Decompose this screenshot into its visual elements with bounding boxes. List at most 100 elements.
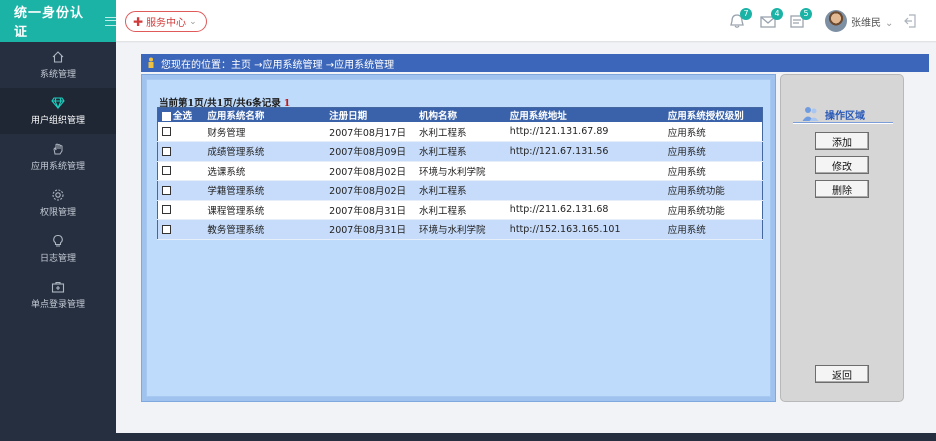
bell-icon[interactable]: 7 (728, 8, 752, 29)
operations-title: 操作区域 (801, 105, 865, 123)
plus-icon: ✚ (133, 14, 144, 29)
sidebar-item-label: 权限管理 (39, 208, 76, 218)
person-pin-icon (148, 57, 154, 68)
sidebar-item-label: 用户组织管理 (30, 116, 85, 126)
table-row[interactable]: 财务管理 2007年08月17日 水利工程系 http://121.131.67… (157, 122, 763, 142)
column-header-date: 注册日期 (327, 107, 417, 122)
row-select-cell (157, 161, 206, 181)
sidebar-item-log[interactable]: 日志管理 (0, 226, 116, 272)
org-name-cell: 水利工程系 (417, 141, 508, 162)
column-header-url: 应用系统地址 (507, 107, 666, 122)
avatar[interactable] (825, 10, 847, 32)
app-name-cell: 课程管理系统 (205, 200, 328, 220)
sidebar-item-label: 应用系统管理 (30, 162, 85, 172)
operations-panel: 操作区域 添加 修改 删除 返回 (780, 74, 904, 402)
row-checkbox[interactable] (162, 224, 171, 234)
row-checkbox[interactable] (162, 185, 171, 195)
org-name-cell: 环境与水利学院 (417, 161, 508, 181)
app-url-cell: http://211.62.131.68 (507, 200, 666, 220)
service-center-label: 服务中心 (146, 18, 187, 29)
row-checkbox[interactable] (162, 127, 171, 136)
divider (793, 122, 893, 124)
operations-title-text: 操作区域 (825, 110, 865, 122)
top-bar: ✚ 服务中心 ⌄ 7 4 5 张维民 ⌄ (116, 0, 936, 42)
select-all-checkbox[interactable] (162, 112, 171, 121)
sidebar-item-sso[interactable]: 单点登录管理 (0, 272, 116, 318)
auth-level-cell: 应用系统 (665, 219, 763, 240)
mail-badge: 4 (771, 8, 783, 20)
hand-icon (53, 143, 63, 155)
sidebar-item-user-org[interactable]: 用户组织管理 (0, 88, 116, 134)
app-system-grid: 当前第1页/共1页/共6条记录 1 全选 应用系统名称 注册日期 机构名称 应用系… (157, 95, 763, 240)
auth-level-cell: 应用系统 (665, 122, 763, 142)
table-header-row: 全选 应用系统名称 注册日期 机构名称 应用系统地址 应用系统授权级别 (157, 107, 763, 122)
app-system-table: 全选 应用系统名称 注册日期 机构名称 应用系统地址 应用系统授权级别 财务管理 (157, 107, 763, 240)
table-row[interactable]: 学籍管理系统 2007年08月02日 水利工程系 应用系统功能 (157, 180, 763, 201)
table-row[interactable]: 教务管理系统 2007年08月31日 环境与水利学院 http://152.16… (157, 219, 763, 240)
app-url-cell: http://121.131.67.89 (507, 122, 666, 142)
home-icon (52, 51, 64, 63)
org-name-cell: 水利工程系 (417, 200, 508, 220)
menu-toggle-icon[interactable] (105, 16, 116, 26)
users-icon (802, 107, 819, 121)
task-icon[interactable]: 5 (788, 8, 812, 29)
register-date-cell: 2007年08月02日 (327, 180, 417, 201)
row-select-cell (157, 122, 206, 142)
bulb-icon (53, 234, 63, 247)
column-header-name: 应用系统名称 (205, 107, 328, 122)
bottom-bar (116, 433, 936, 441)
app-url-cell (507, 161, 666, 181)
app-title: 统一身份认证 (14, 6, 85, 40)
row-select-cell (157, 180, 206, 201)
table-row[interactable]: 课程管理系统 2007年08月31日 水利工程系 http://211.62.1… (157, 200, 763, 220)
list-panel: 当前第1页/共1页/共6条记录 1 全选 应用系统名称 注册日期 机构名称 应用系… (141, 74, 776, 402)
delete-button[interactable]: 删除 (815, 180, 869, 198)
sidebar-item-system[interactable]: 系统管理 (0, 42, 116, 88)
register-date-cell: 2007年08月31日 (327, 219, 417, 240)
back-button[interactable]: 返回 (815, 365, 869, 383)
sidebar-item-label: 单点登录管理 (30, 300, 85, 310)
auth-level-cell: 应用系统功能 (665, 180, 763, 201)
user-name: 张维民 (851, 18, 881, 29)
pagination-mark: 1 (283, 98, 291, 109)
diamond-icon (51, 97, 65, 110)
gear-icon (52, 189, 64, 201)
chevron-down-icon: ⌄ (885, 18, 894, 29)
app-name-cell: 教务管理系统 (205, 219, 328, 240)
app-name-cell: 财务管理 (205, 122, 328, 142)
select-all-label: 全选 (173, 111, 193, 122)
mail-icon[interactable]: 4 (759, 8, 783, 29)
logout-icon[interactable] (903, 13, 919, 29)
column-header-level: 应用系统授权级别 (665, 107, 763, 122)
sidebar-item-app-system[interactable]: 应用系统管理 (0, 134, 116, 180)
add-button[interactable]: 添加 (815, 132, 869, 150)
sidebar-item-permission[interactable]: 权限管理 (0, 180, 116, 226)
service-center-button[interactable]: ✚ 服务中心 ⌄ (125, 11, 207, 32)
row-checkbox[interactable] (162, 146, 171, 156)
user-menu[interactable]: 张维民 ⌄ (851, 14, 893, 29)
auth-level-cell: 应用系统 (665, 161, 763, 181)
table-row[interactable]: 成绩管理系统 2007年08月09日 水利工程系 http://121.67.1… (157, 141, 763, 162)
table-row[interactable]: 选课系统 2007年08月02日 环境与水利学院 应用系统 (157, 161, 763, 181)
sidebar: 系统管理 用户组织管理 应用系统管理 权限管理 日志管理 单点登录管理 (0, 42, 116, 441)
edit-button[interactable]: 修改 (815, 156, 869, 174)
register-date-cell: 2007年08月09日 (327, 141, 417, 162)
select-all-header[interactable]: 全选 (157, 107, 206, 122)
row-select-cell (157, 219, 206, 240)
org-name-cell: 水利工程系 (417, 122, 508, 142)
breadcrumb-text: 您现在的位置：主页 →应用系统管理 →应用系统管理 (161, 59, 395, 71)
task-badge: 5 (800, 8, 812, 20)
breadcrumb: 您现在的位置：主页 →应用系统管理 →应用系统管理 (141, 54, 929, 72)
app-url-cell: http://152.163.165.101 (507, 219, 666, 240)
sidebar-item-label: 系统管理 (39, 70, 76, 80)
pagination-info: 当前第1页/共1页/共6条记录 1 (157, 95, 763, 109)
app-url-cell: http://121.67.131.56 (507, 141, 666, 162)
row-checkbox[interactable] (162, 205, 171, 215)
app-url-cell (507, 180, 666, 201)
row-checkbox[interactable] (162, 166, 171, 176)
chevron-down-icon: ⌄ (189, 16, 197, 27)
register-date-cell: 2007年08月31日 (327, 200, 417, 220)
register-date-cell: 2007年08月17日 (327, 122, 417, 142)
row-select-cell (157, 141, 206, 162)
medkit-icon (51, 281, 65, 293)
